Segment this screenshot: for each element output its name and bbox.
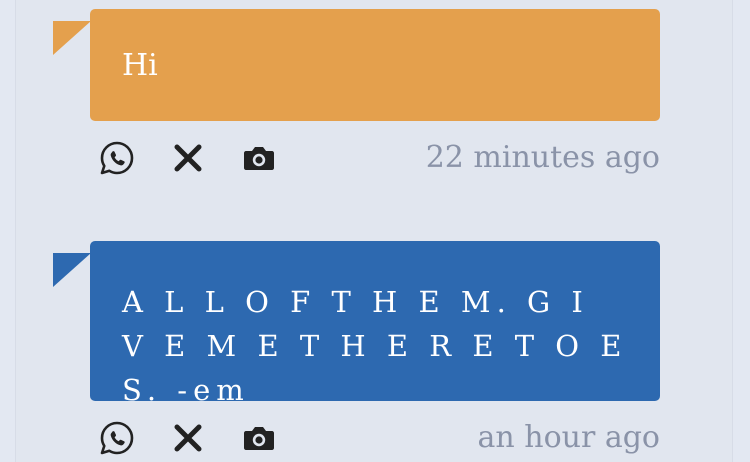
camera-icon[interactable] xyxy=(240,139,278,177)
message-bubble: A L L O F T H E M. G I V E M E T H E R E… xyxy=(90,241,660,407)
whatsapp-icon[interactable] xyxy=(98,139,136,177)
close-icon[interactable] xyxy=(169,419,207,457)
close-icon[interactable] xyxy=(169,139,207,177)
message-actions: 22 minutes ago xyxy=(98,136,660,180)
timestamp: an hour ago xyxy=(477,420,660,455)
message-text: A L L O F T H E M. G I V E M E T H E R E… xyxy=(122,285,628,407)
message-tail xyxy=(53,21,91,55)
message-actions: an hour ago xyxy=(98,416,660,460)
message-tail xyxy=(53,253,91,287)
message-text: Hi xyxy=(122,48,158,83)
timestamp: 22 minutes ago xyxy=(425,140,660,175)
message-bubble: Hi xyxy=(90,9,660,121)
camera-icon[interactable] xyxy=(240,419,278,457)
whatsapp-icon[interactable] xyxy=(98,419,136,457)
